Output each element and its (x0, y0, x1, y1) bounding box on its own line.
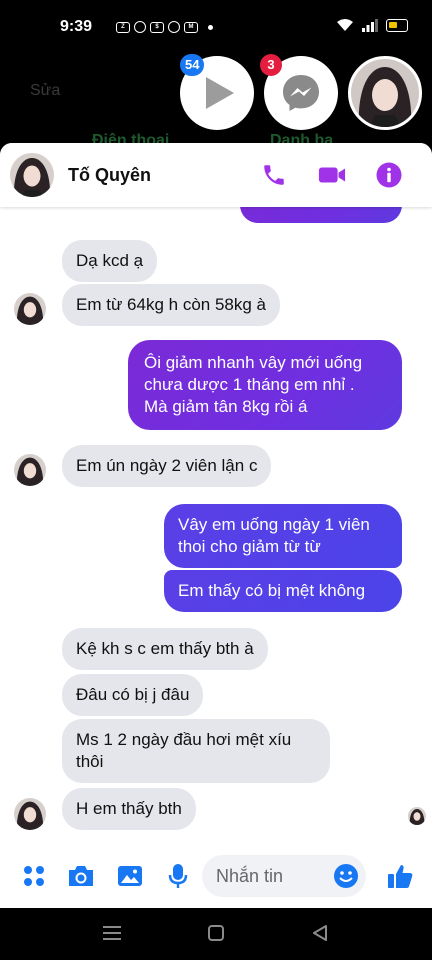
wifi-icon (337, 19, 353, 31)
camera-icon (69, 866, 93, 886)
message-bubble-in[interactable]: H em thấy bth (62, 788, 196, 830)
message-bubble-in[interactable]: Kệ kh s c em thấy bth à (62, 628, 268, 670)
emoji-button[interactable] (332, 863, 360, 889)
message-bubble-out[interactable]: Ôi giảm nhanh vây mới uống chưa dược 1 t… (128, 340, 402, 430)
chat-header: Tố Quyên (0, 143, 432, 207)
home-square-icon (208, 925, 224, 941)
message-line: Ms 1 2 ngày đầu hơi mệt xíu (76, 730, 292, 749)
info-icon (376, 162, 402, 188)
message-input-placeholder: Nhắn tin (216, 866, 284, 886)
seen-indicator-avatar (408, 807, 426, 825)
store-icon: $ (150, 21, 164, 33)
chat-head-profile[interactable] (348, 56, 422, 130)
status-time: 9:39 (60, 18, 93, 35)
recent-apps-button[interactable] (100, 922, 124, 944)
avatar-photo (10, 153, 54, 197)
message-bubble-out[interactable]: Em thấy có bị mệt không (164, 570, 402, 612)
home-button[interactable] (204, 922, 228, 944)
mbh-icon: M (184, 21, 198, 33)
sender-avatar (14, 798, 46, 830)
video-camera-icon (318, 167, 346, 183)
messenger-icon (134, 21, 146, 33)
avatar-photo (14, 798, 46, 830)
badge-count: 54 (180, 54, 205, 76)
system-nav-bar (0, 908, 432, 960)
contact-avatar[interactable] (10, 153, 54, 197)
profile-photo (351, 59, 419, 127)
message-bubble-in[interactable]: Em ún ngày 2 viên lận c (62, 445, 272, 487)
messenger-icon (283, 75, 319, 111)
sender-avatar (14, 454, 46, 486)
grid-dots-icon (24, 866, 44, 886)
status-bar: 9:39 Z $ M (0, 0, 432, 52)
edit-label: Sửa (30, 82, 61, 99)
badge-count: 3 (260, 54, 282, 76)
clock-icon (168, 21, 180, 33)
chat-head-messenger[interactable]: 3 (260, 54, 338, 130)
message-line: thoi cho giảm từ từ (178, 537, 321, 556)
message-bubble-in[interactable]: Em từ 64kg h còn 58kg à (62, 284, 280, 326)
gallery-button[interactable] (116, 863, 144, 889)
smiley-icon (334, 864, 358, 888)
message-bubble-out[interactable]: Vây em uống ngày 1 viên thoi cho giảm từ… (164, 504, 402, 568)
avatar-photo (14, 454, 46, 486)
message-bubble-in[interactable]: Ms 1 2 ngày đầu hơi mệt xíu thôi (62, 719, 330, 783)
status-right (336, 18, 408, 32)
message-composer: Nhắn tin (0, 843, 432, 908)
message-line: thôi (76, 752, 104, 771)
message-line: Vây em uống ngày 1 viên (178, 515, 370, 534)
chat-head-play[interactable]: 54 (180, 54, 254, 130)
play-icon (206, 77, 234, 109)
message-bubble-in[interactable]: Dạ kcd ạ (62, 240, 158, 282)
camera-button[interactable] (67, 863, 95, 889)
zalo-icon: Z (116, 21, 130, 33)
info-button[interactable] (375, 161, 403, 189)
image-icon (118, 866, 142, 886)
microphone-icon (168, 864, 188, 888)
message-bubble-in[interactable]: Đâu có bị j đâu (62, 674, 204, 716)
back-button[interactable] (308, 922, 332, 944)
more-actions-button[interactable] (20, 863, 48, 889)
status-app-icons: Z $ M (116, 21, 213, 33)
back-triangle-icon (313, 925, 327, 941)
more-notifications-dot (208, 24, 213, 30)
menu-lines-icon (103, 926, 121, 940)
thumbs-up-icon (388, 865, 413, 888)
chat-window: Tố Quyên Dạ kcd ạ Em từ 64kg h còn 58kg … (0, 143, 432, 908)
avatar-photo (14, 293, 46, 325)
contact-name[interactable]: Tố Quyên (68, 165, 151, 186)
message-line: chưa dược 1 tháng em nhỉ . (144, 375, 355, 394)
phone-icon (264, 165, 284, 185)
like-button[interactable] (386, 863, 414, 889)
message-line: Mà giảm tân 8kg rồi á (144, 397, 308, 416)
battery-icon (386, 18, 408, 32)
sender-avatar (14, 293, 46, 325)
message-line: Ôi giảm nhanh vây mới uống (144, 353, 363, 372)
video-call-button[interactable] (318, 161, 346, 189)
avatar-photo (408, 807, 426, 825)
signal-icon (362, 19, 378, 32)
voice-message-button[interactable] (164, 863, 192, 889)
call-button[interactable] (260, 161, 288, 189)
